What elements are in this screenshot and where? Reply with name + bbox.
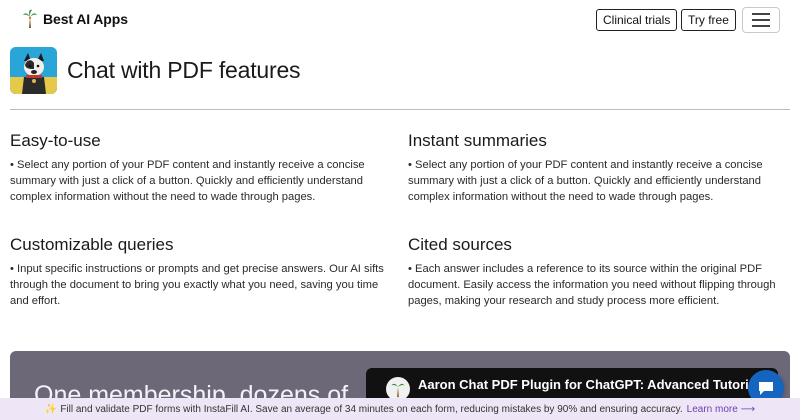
- hamburger-icon-line: [752, 25, 770, 27]
- menu-button[interactable]: [742, 7, 780, 33]
- arrow-right-icon: ⟶: [740, 403, 756, 415]
- feature-title: Easy-to-use: [10, 131, 101, 150]
- top-navigation-bar: Best AI Apps Clinical trials Try free: [0, 0, 800, 40]
- page-header: Chat with PDF features: [10, 47, 301, 94]
- feature-description: • Select any portion of your PDF content…: [408, 159, 763, 203]
- learn-more-link[interactable]: Learn more: [687, 404, 738, 415]
- palm-tree-logo-icon: [23, 9, 37, 28]
- page-title: Chat with PDF features: [67, 57, 301, 83]
- header-divider: [10, 109, 790, 110]
- hamburger-icon-line: [752, 19, 770, 21]
- feature-title: Cited sources: [408, 235, 512, 254]
- feature-title: Instant summaries: [408, 131, 547, 150]
- dog-mascot-icon: [10, 47, 57, 94]
- try-free-button[interactable]: Try free: [681, 9, 736, 31]
- brand-logo-link[interactable]: Best AI Apps: [22, 9, 128, 29]
- instafill-promo-banner: ✨ Fill and validate PDF forms with Insta…: [0, 398, 800, 420]
- feature-card-instant-summaries: Instant summaries • Select any portion o…: [408, 131, 788, 205]
- feature-description: • Input specific instructions or prompts…: [10, 263, 384, 307]
- feature-card-easy-to-use: Easy-to-use • Select any portion of your…: [10, 131, 390, 205]
- brand-name: Best AI Apps: [43, 11, 128, 27]
- feature-title: Customizable queries: [10, 235, 174, 254]
- banner-text: Fill and validate PDF forms with InstaFi…: [60, 403, 683, 415]
- chat-icon: [759, 382, 773, 395]
- feature-card-customizable-queries: Customizable queries • Input specific in…: [10, 235, 390, 309]
- feature-description: • Select any portion of your PDF content…: [10, 159, 365, 203]
- feature-card-cited-sources: Cited sources • Each answer includes a r…: [408, 235, 788, 309]
- hamburger-icon: [752, 13, 770, 15]
- clinical-trials-button[interactable]: Clinical trials: [596, 9, 678, 31]
- video-title: Aaron Chat PDF Plugin for ChatGPT: Advan…: [418, 377, 760, 392]
- feature-description: • Each answer includes a reference to it…: [408, 263, 776, 307]
- sparkle-icon: ✨: [44, 403, 58, 415]
